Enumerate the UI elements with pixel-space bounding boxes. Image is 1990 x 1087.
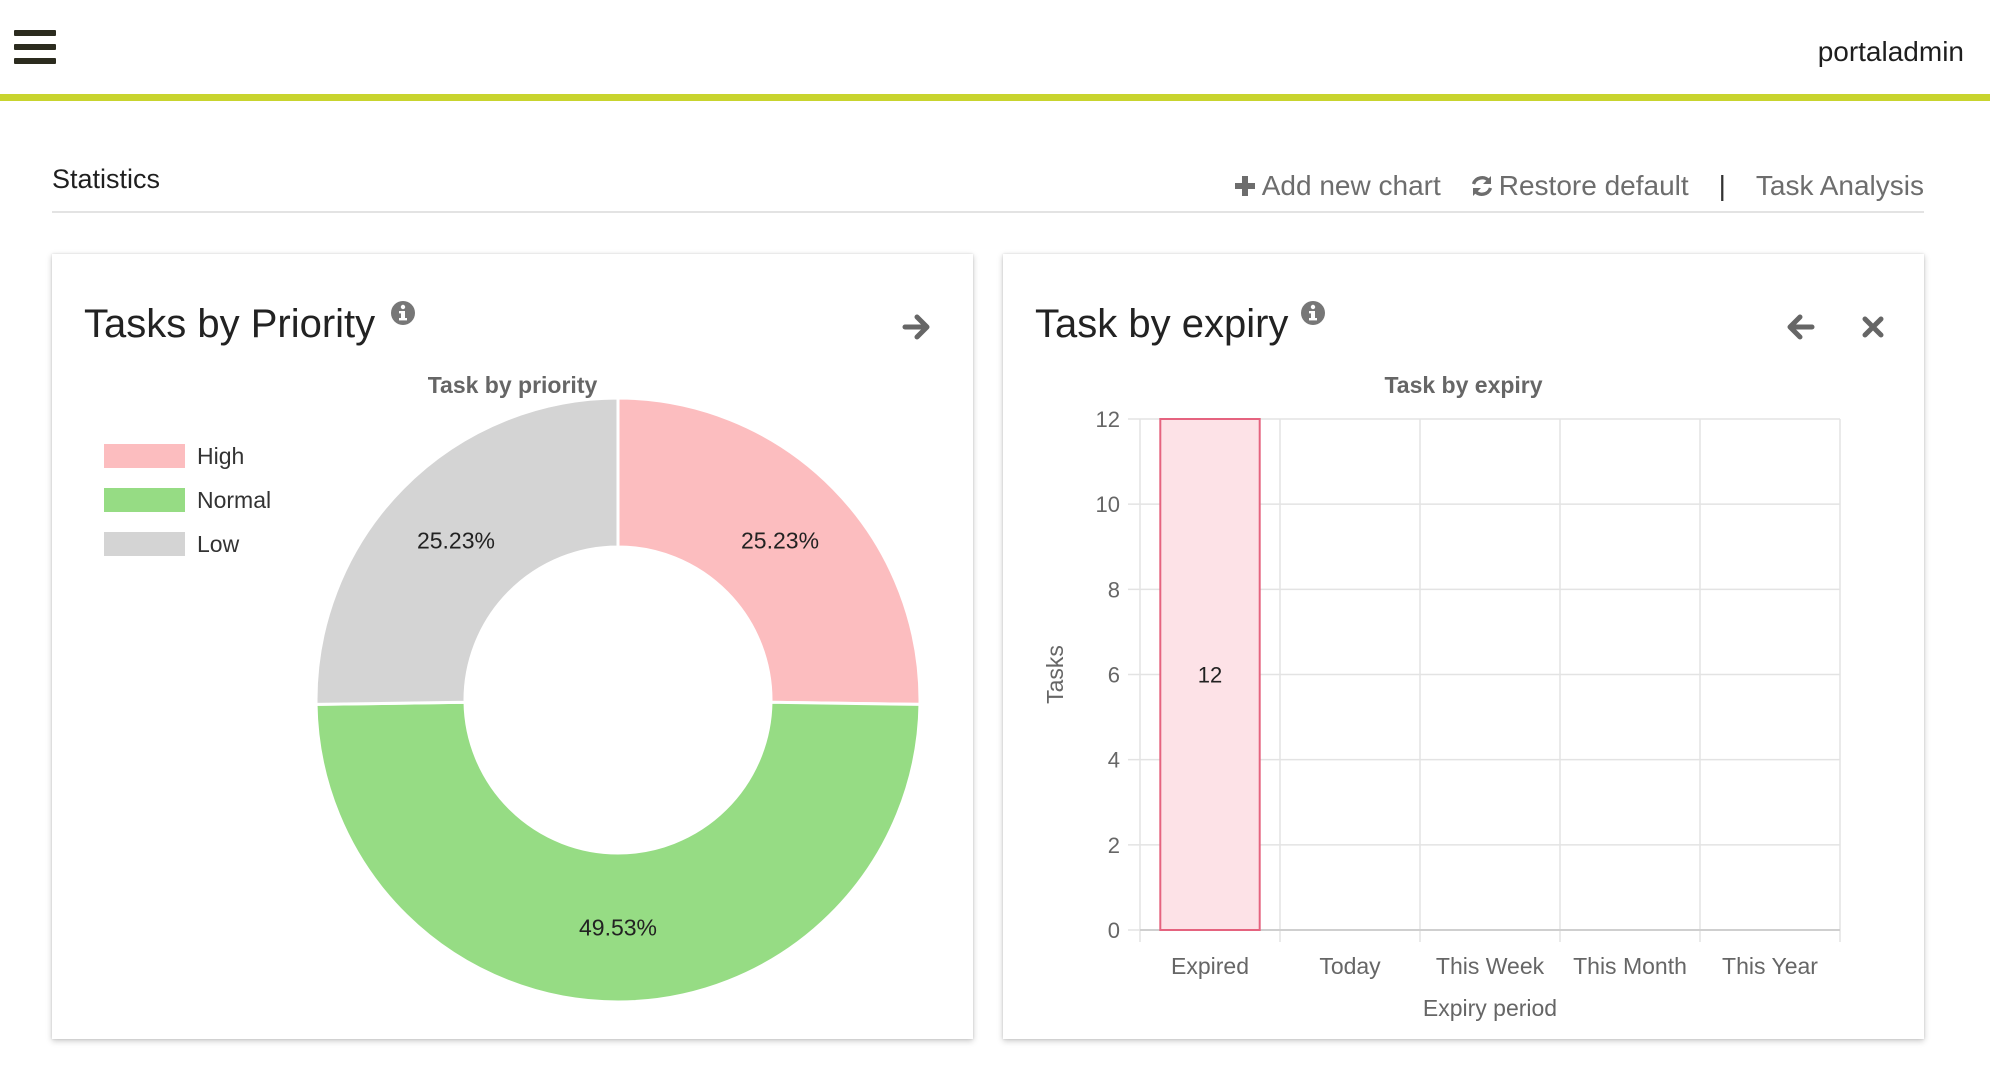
plus-icon — [1234, 176, 1255, 196]
top-bar: portaladmin — [0, 0, 1990, 94]
toolbar: Add new chart Restore default | Task Ana… — [1232, 170, 1924, 202]
add-new-chart-button[interactable]: Add new chart — [1232, 170, 1441, 202]
refresh-icon — [1471, 176, 1492, 196]
expiry-chart-card: Task by expiry Task by expiry 0 2 4 6 8 10 12 1… — [1003, 254, 1924, 1039]
y-tick-label: 12 — [1096, 407, 1120, 432]
x-tick-label: Expired — [1171, 953, 1249, 979]
x-tick-label: This Year — [1722, 953, 1818, 979]
y-tick-label: 4 — [1108, 748, 1120, 773]
add-new-chart-label: Add new chart — [1261, 170, 1441, 201]
user-menu[interactable]: portaladmin — [1818, 36, 1964, 68]
donut-slice-normal — [314, 700, 922, 1004]
slice-label: 25.23% — [417, 527, 495, 553]
task-analysis-link[interactable]: Task Analysis — [1756, 170, 1924, 202]
x-tick-label: This Week — [1436, 953, 1545, 979]
y-tick-label: 8 — [1108, 577, 1120, 602]
priority-chart-card: Tasks by Priority Task by priority High … — [52, 254, 973, 1039]
page-title: Statistics — [52, 164, 161, 194]
y-tick-label: 6 — [1108, 663, 1120, 688]
y-tick-label: 2 — [1108, 833, 1120, 858]
restore-default-label: Restore default — [1498, 170, 1689, 201]
y-axis-title: Tasks — [1042, 645, 1068, 704]
hamburger-menu-icon[interactable] — [14, 30, 56, 70]
y-tick-label: 10 — [1096, 492, 1120, 517]
slice-label: 25.23% — [741, 527, 819, 553]
header-divider — [52, 211, 1924, 213]
bar-data-label: 12 — [1198, 663, 1222, 688]
accent-line — [0, 94, 1990, 101]
y-tick-label: 0 — [1108, 918, 1120, 943]
restore-default-button[interactable]: Restore default — [1469, 170, 1689, 202]
x-tick-label: This Month — [1573, 953, 1687, 979]
slice-label: 49.53% — [579, 915, 657, 941]
toolbar-separator: | — [1718, 170, 1726, 201]
x-tick-label: Today — [1319, 953, 1381, 979]
expiry-bar-chart: 0 2 4 6 8 10 12 12 Expired Today This Week This Mon… — [1042, 407, 1841, 1021]
priority-donut-chart: 25.23% 49.53% 25.23% — [314, 396, 922, 1004]
x-axis-title: Expiry period — [1423, 995, 1557, 1021]
